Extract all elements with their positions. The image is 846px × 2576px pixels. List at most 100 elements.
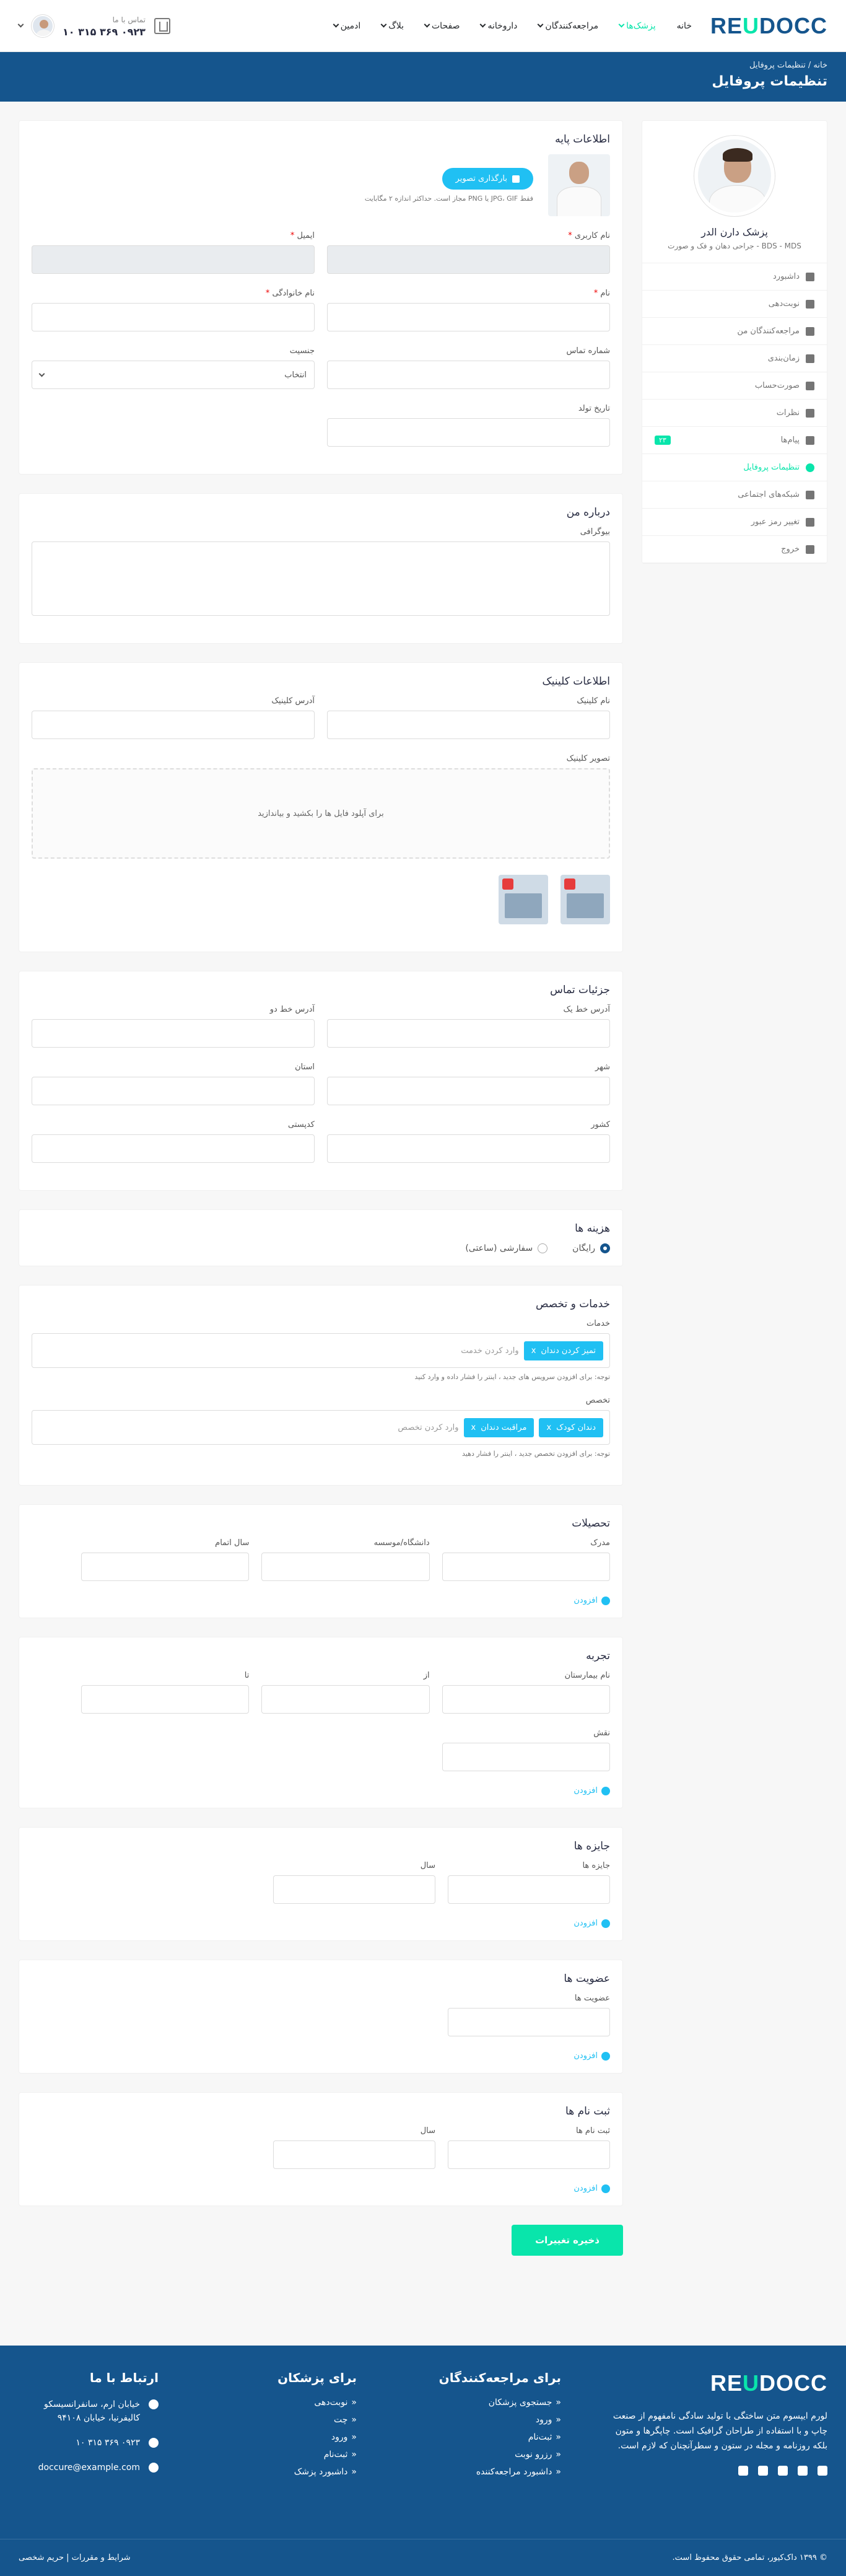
menu-change-password[interactable]: تغییر رمز عبور bbox=[642, 509, 827, 536]
menu-profile-settings[interactable]: تنظیمات پروفایل bbox=[642, 454, 827, 481]
dob-field[interactable] bbox=[327, 418, 610, 447]
chevron-down-icon bbox=[618, 21, 625, 28]
nav-pharmacy[interactable]: داروخانه bbox=[480, 21, 517, 31]
dropzone[interactable]: برای آپلود فایل ها را بکشید و بیاندازید bbox=[32, 768, 610, 859]
breadcrumb: خانه / تنظیمات پروفایل bbox=[19, 61, 827, 70]
email-field[interactable] bbox=[32, 245, 315, 274]
terms-link[interactable]: شرایط و مقررات bbox=[72, 2553, 131, 2562]
spec-tag[interactable]: دندان کودک x bbox=[539, 1417, 603, 1437]
user-avatar[interactable] bbox=[32, 14, 54, 37]
menu-logout[interactable]: خروج bbox=[642, 536, 827, 563]
footer-link[interactable]: «ورود bbox=[196, 2432, 357, 2442]
menu-label: پیام‌ها bbox=[780, 436, 800, 445]
college-field[interactable] bbox=[261, 1553, 430, 1581]
twitter-icon[interactable] bbox=[798, 2466, 808, 2476]
invoice-icon bbox=[806, 381, 814, 390]
addr2-field[interactable] bbox=[32, 1019, 315, 1048]
firstname-field[interactable] bbox=[327, 303, 610, 331]
state-field[interactable] bbox=[32, 1077, 315, 1105]
registration-field[interactable] bbox=[448, 2140, 610, 2169]
save-button[interactable]: ذخیره تغییرات bbox=[512, 2225, 623, 2256]
menu-reviews[interactable]: نظرات bbox=[642, 400, 827, 427]
spec-tag[interactable]: مراقبت دندان x bbox=[463, 1417, 534, 1437]
services-input[interactable]: تمیز کردن دندان x وارد کردن خدمت bbox=[32, 1333, 610, 1368]
footer-link[interactable]: «داشبورد مراجعه‌کننده bbox=[394, 2467, 561, 2477]
add-award-button[interactable]: افزودن bbox=[32, 1919, 610, 1928]
award-field[interactable] bbox=[448, 1875, 610, 1904]
nav-pages[interactable]: صفحات bbox=[424, 21, 460, 31]
degree-field[interactable] bbox=[442, 1553, 610, 1581]
award-year-field[interactable] bbox=[273, 1875, 435, 1904]
pricing-custom[interactable]: سفارشی (ساعتی) bbox=[465, 1243, 548, 1253]
nav-admin[interactable]: ادمین bbox=[333, 21, 360, 31]
menu-social-media[interactable]: شبکه‌های اجتماعی bbox=[642, 481, 827, 509]
logout-icon bbox=[806, 545, 814, 554]
breadcrumb-home[interactable]: خانه bbox=[813, 61, 827, 70]
postal-field[interactable] bbox=[32, 1134, 315, 1163]
privacy-link[interactable]: حریم شخصی bbox=[19, 2553, 64, 2562]
breadcrumb-sep: / bbox=[808, 61, 811, 70]
services-note: توجه: برای افزودن سرویس های جدید ، اینتر… bbox=[414, 1373, 610, 1381]
from-field[interactable] bbox=[261, 1685, 430, 1714]
nav-doctors[interactable]: پزشک‌ها bbox=[618, 21, 656, 31]
close-icon[interactable]: x bbox=[471, 1423, 476, 1432]
registration-year-field[interactable] bbox=[273, 2140, 435, 2169]
trash-icon[interactable] bbox=[564, 878, 575, 890]
nav-home[interactable]: خانه bbox=[677, 21, 692, 31]
menu-my-patients[interactable]: مراجعه‌کنندگان من bbox=[642, 318, 827, 345]
trash-icon[interactable] bbox=[502, 878, 513, 890]
facebook-icon[interactable] bbox=[818, 2466, 827, 2476]
footer-link[interactable]: «جستجوی پزشکان bbox=[394, 2398, 561, 2407]
lastname-field[interactable] bbox=[32, 303, 315, 331]
close-icon[interactable]: x bbox=[531, 1346, 536, 1356]
hospital-field[interactable] bbox=[442, 1685, 610, 1714]
nav-patients[interactable]: مراجعه‌کنندگان bbox=[537, 21, 598, 31]
add-registration-button[interactable]: افزودن bbox=[32, 2184, 610, 2193]
spec-input[interactable]: دندان کودک x مراقبت دندان x وارد کردن تخصص bbox=[32, 1410, 610, 1445]
linkedin-icon[interactable] bbox=[778, 2466, 788, 2476]
designation-field[interactable] bbox=[442, 1743, 610, 1771]
service-tag[interactable]: تمیز کردن دندان x bbox=[523, 1341, 603, 1360]
phone-field[interactable] bbox=[327, 361, 610, 389]
footer-link[interactable]: «داشبورد پزشک bbox=[196, 2467, 357, 2477]
footer-phone: ۰۹۲۳ ۳۶۹ ۳۱۵ ۱۰ bbox=[19, 2436, 159, 2450]
upload-photo-button[interactable]: بارگذاری تصویر bbox=[442, 168, 533, 190]
chevron-down-icon[interactable] bbox=[17, 21, 24, 28]
footer-link[interactable]: «ورود bbox=[394, 2415, 561, 2425]
dashboard-menu: داشبورد نوبت‌دهی مراجعه‌کنندگان من زمان‌… bbox=[642, 263, 827, 563]
add-education-button[interactable]: افزودن bbox=[32, 1596, 610, 1605]
bio-textarea[interactable] bbox=[32, 541, 610, 616]
footer-link[interactable]: «رزرو نوبت bbox=[394, 2450, 561, 2460]
logo[interactable]: DOCC U RE bbox=[710, 13, 827, 39]
membership-field[interactable] bbox=[448, 2008, 610, 2036]
city-field[interactable] bbox=[327, 1077, 610, 1105]
instagram-icon[interactable] bbox=[758, 2466, 768, 2476]
clinic-name-field[interactable] bbox=[327, 711, 610, 739]
footer-link[interactable]: «ثبت‌نام bbox=[394, 2432, 561, 2442]
clinic-address-field[interactable] bbox=[32, 711, 315, 739]
country-field[interactable] bbox=[327, 1134, 610, 1163]
footer-link[interactable]: «ثبت‌نام bbox=[196, 2450, 357, 2460]
addr1-field[interactable] bbox=[327, 1019, 610, 1048]
dribbble-icon[interactable] bbox=[738, 2466, 748, 2476]
add-membership-button[interactable]: افزودن bbox=[32, 2051, 610, 2061]
clinic-card: اطلاعات کلینیک نام کلینیک آدرس کلینیک تص… bbox=[19, 662, 623, 952]
footer-link[interactable]: «چت bbox=[196, 2415, 357, 2425]
gender-select[interactable]: انتخاب bbox=[32, 361, 315, 389]
pricing-free[interactable]: رایگان bbox=[572, 1243, 610, 1253]
menu-schedule[interactable]: زمان‌بندی bbox=[642, 345, 827, 372]
add-experience-button[interactable]: افزودن bbox=[32, 1786, 610, 1795]
close-icon[interactable]: x bbox=[546, 1423, 551, 1432]
year-field[interactable] bbox=[81, 1553, 250, 1581]
country-label: کشور bbox=[591, 1120, 610, 1129]
footer-logo[interactable]: DOCC U RE bbox=[598, 2370, 827, 2396]
menu-dashboard[interactable]: داشبورد bbox=[642, 263, 827, 291]
to-field[interactable] bbox=[81, 1685, 250, 1714]
menu-appointments[interactable]: نوبت‌دهی bbox=[642, 291, 827, 318]
contact-phone: ۰۹۲۳ ۳۶۹ ۳۱۵ ۱۰ bbox=[63, 25, 146, 38]
footer-link[interactable]: «نوبت‌دهی bbox=[196, 2398, 357, 2407]
menu-messages[interactable]: پیام‌ها ۲۳ bbox=[642, 427, 827, 454]
menu-invoices[interactable]: صورت‌حساب bbox=[642, 372, 827, 400]
nav-blog[interactable]: بلاگ bbox=[380, 21, 404, 31]
username-field[interactable] bbox=[327, 245, 610, 274]
